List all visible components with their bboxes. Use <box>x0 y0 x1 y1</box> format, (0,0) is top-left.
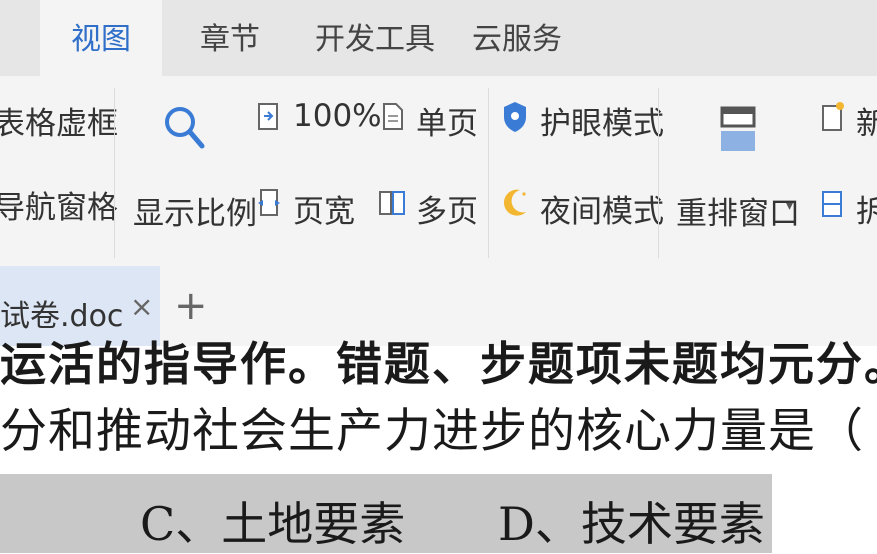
magnifier-icon <box>165 107 205 149</box>
single-page-icon <box>383 103 403 130</box>
ribbon-separator <box>658 88 659 258</box>
moon-icon <box>503 189 526 216</box>
document-line: 分和推动社会生产力进步的核心力量是（ <box>0 404 864 459</box>
window-stack-icon <box>720 106 756 151</box>
rearrange-windows-label: 重排窗口 <box>676 196 800 232</box>
new-window-icon <box>822 102 844 131</box>
option-b-fragment: 、 <box>0 488 26 554</box>
ribbon-tab-bar: 视图 章节 开发工具 云服务 <box>0 0 877 76</box>
document-line: 运活的指导作。错题、步题项未题均元分。 <box>0 337 877 391</box>
ribbon-toolbar: 表格虚框 导航窗格 显示比例 100% 单页 页宽 多页 护眼模式 夜间模式 重… <box>0 76 877 266</box>
eye-care-mode-label: 护眼模式 <box>540 106 664 142</box>
tab-cloud-services[interactable]: 云服务 <box>462 0 572 76</box>
ribbon-separator <box>488 88 489 258</box>
option-d: D、技术要素 <box>498 497 765 551</box>
new-tab-button[interactable]: + <box>174 286 208 326</box>
tab-section[interactable]: 章节 <box>180 0 280 76</box>
multi-page-label: 多页 <box>416 194 478 230</box>
chevron-down-icon: ▾ <box>786 198 794 214</box>
page-width-icon <box>258 189 280 216</box>
single-page-label: 单页 <box>416 106 478 142</box>
option-c: C、土地要素 <box>140 497 406 551</box>
ribbon-separator <box>114 88 115 258</box>
zoom-label: 显示比例 <box>133 196 257 232</box>
nav-pane-toggle[interactable]: 导航窗格 <box>0 182 118 227</box>
zoom-100-label: 100% <box>293 98 382 134</box>
split-window-label: 拆 <box>856 194 877 230</box>
split-window-icon <box>822 191 842 217</box>
tab-view[interactable]: 视图 <box>40 0 162 76</box>
new-window-label: 新 <box>856 106 877 142</box>
page-width-label: 页宽 <box>293 194 355 230</box>
night-mode-label: 夜间模式 <box>540 194 664 230</box>
close-icon[interactable]: × <box>130 290 153 323</box>
page-fit-icon <box>258 103 278 130</box>
multi-page-icon <box>379 191 405 215</box>
table-grid-toggle[interactable]: 表格虚框 <box>0 98 118 143</box>
shield-eye-icon <box>504 102 526 132</box>
document-canvas[interactable]: 运活的指导作。错题、步题项未题均元分。 分和推动社会生产力进步的核心力量是（ 、… <box>0 337 877 554</box>
tab-developer-tools[interactable]: 开发工具 <box>310 0 440 76</box>
